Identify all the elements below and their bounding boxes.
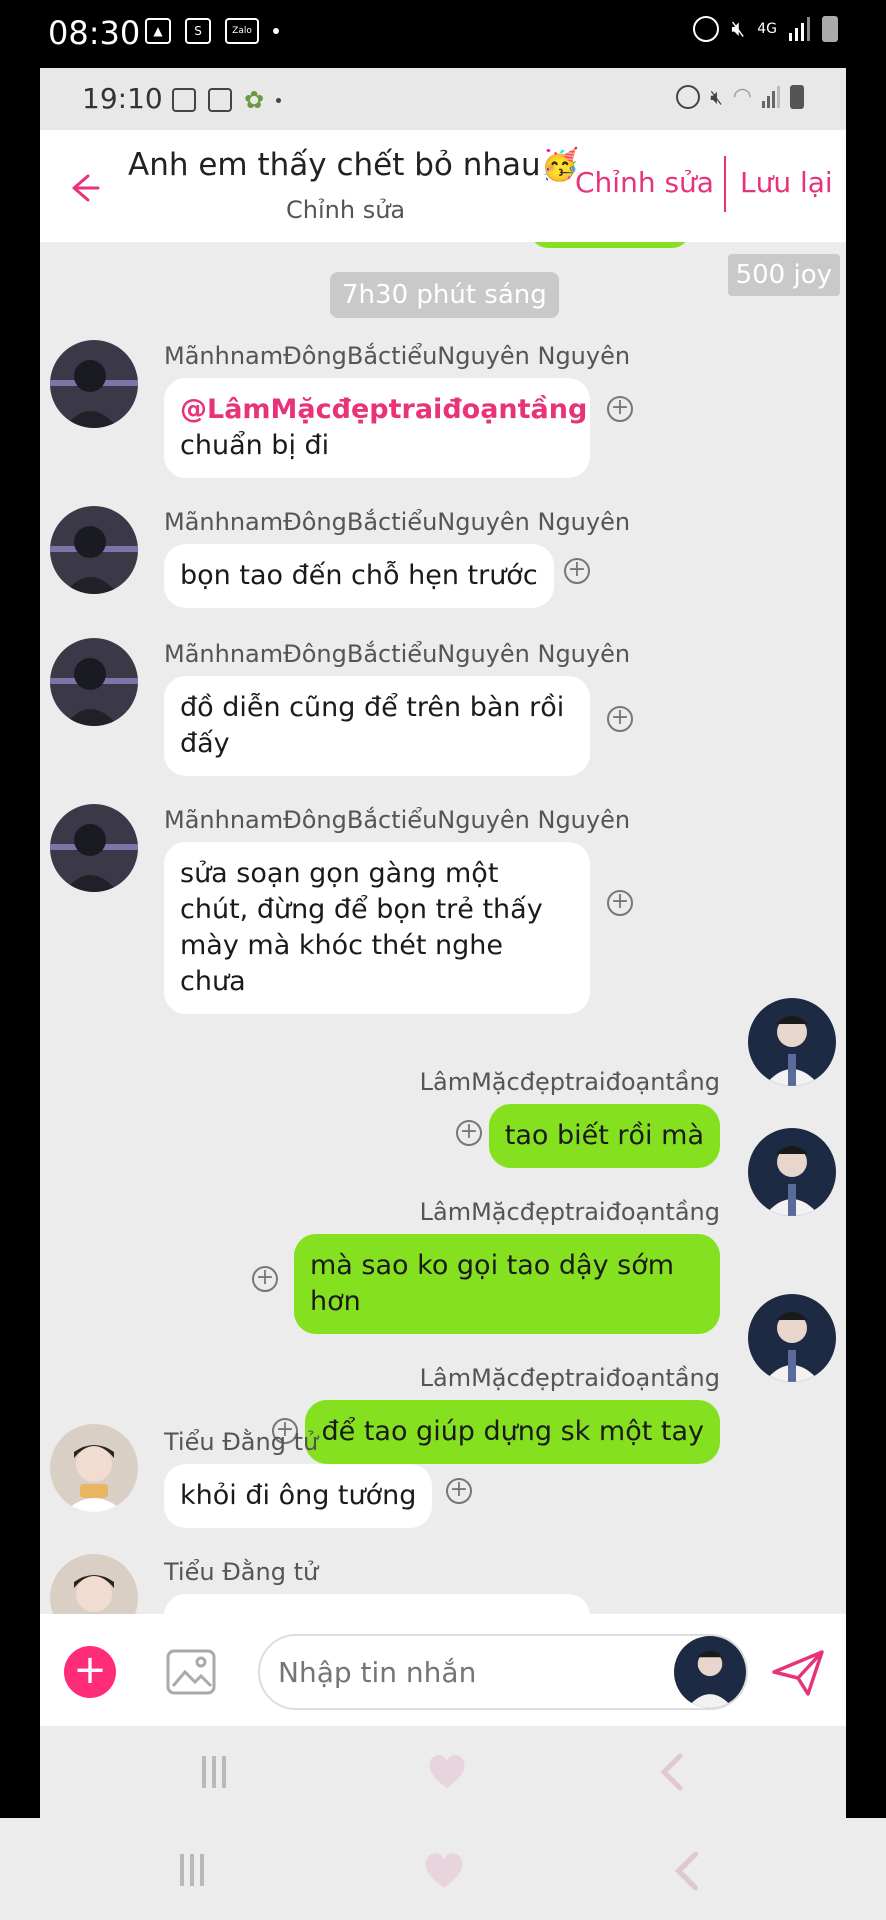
message-bubble-partial bbox=[530, 242, 690, 248]
mention-link[interactable]: @LâmMặcđẹptraiđoạntầng bbox=[180, 392, 587, 428]
alarm-icon bbox=[676, 84, 701, 109]
recent-apps-icon[interactable] bbox=[180, 1854, 204, 1886]
message-text: chuẩn bị đi bbox=[180, 430, 330, 461]
reaction-plus-icon[interactable]: + bbox=[252, 1266, 278, 1292]
home-heart-icon[interactable] bbox=[426, 1752, 468, 1794]
message-bubble[interactable] bbox=[164, 1594, 590, 1614]
message-bubble[interactable]: đồ diễn cũng để trên bàn rồi đấy bbox=[164, 676, 590, 776]
shopee-icon bbox=[172, 88, 196, 112]
message-bubble[interactable]: sửa soạn gọn gàng một chút, đừng để bọn … bbox=[164, 842, 590, 1014]
reaction-plus-icon[interactable]: + bbox=[607, 890, 633, 916]
back-icon[interactable] bbox=[658, 1752, 684, 1796]
avatar[interactable] bbox=[748, 998, 836, 1086]
message-bubble[interactable]: @LâmMặcđẹptraiđoạntầng chuẩn bị đi bbox=[164, 378, 590, 478]
message-bubble[interactable]: bọn tao đến chỗ hẹn trước bbox=[164, 544, 554, 608]
avatar[interactable] bbox=[748, 1128, 836, 1216]
dot-icon bbox=[276, 97, 282, 103]
avatar[interactable] bbox=[50, 638, 138, 726]
joy-badge: 500 joy bbox=[727, 254, 840, 296]
recent-apps-icon[interactable] bbox=[202, 1756, 226, 1788]
message-bubble[interactable]: mà sao ko gọi tao dậy sớm hơn bbox=[294, 1234, 720, 1334]
message-composer: + bbox=[40, 1614, 846, 1726]
wifi-icon: ◠ bbox=[732, 84, 752, 109]
avatar[interactable] bbox=[50, 1554, 138, 1614]
signal-icon bbox=[789, 17, 810, 41]
inner-status-bar: 19:10 ✿ 🔇︎ ◠ bbox=[40, 68, 846, 130]
message-text: tao biết rồi mà bbox=[504, 1120, 704, 1151]
sender-name: LâmMặcđẹptraiđoạntầng bbox=[419, 1364, 720, 1392]
avatar[interactable] bbox=[50, 340, 138, 428]
outer-status-bar: 08:30 ▲ S Zalo 🔇︎ 4G bbox=[0, 0, 886, 68]
message-text: mà sao ko gọi tao dậy sớm hơn bbox=[310, 1250, 675, 1317]
message-text: để tao giúp dựng sk một tay bbox=[321, 1416, 704, 1447]
settings-icon: ✿ bbox=[244, 86, 265, 114]
reaction-plus-icon[interactable]: + bbox=[607, 706, 633, 732]
message-text: sửa soạn gọn gàng một chút, đừng để bọn … bbox=[180, 858, 543, 997]
mute-icon: 🔇︎ bbox=[731, 16, 746, 42]
sender-name: LâmMặcđẹptraiđoạntầng bbox=[419, 1068, 720, 1096]
message-list[interactable]: 500 joy 7h30 phút sáng MãnhnamĐôngBắctiể… bbox=[40, 242, 846, 1614]
signal-icon bbox=[762, 85, 780, 108]
reaction-plus-icon[interactable]: + bbox=[607, 396, 633, 422]
chat-subtitle: Chỉnh sửa bbox=[286, 196, 406, 224]
gallery-icon bbox=[208, 88, 232, 112]
inner-navigation-bar bbox=[40, 1726, 846, 1818]
message-text: đồ diễn cũng để trên bàn rồi đấy bbox=[180, 692, 565, 759]
message-text: bọn tao đến chỗ hẹn trước bbox=[180, 560, 538, 591]
alarm-icon bbox=[693, 16, 720, 42]
outer-navigation-bar bbox=[0, 1818, 886, 1920]
chat-header: Anh em thấy chết bỏ nhau🥳 Chỉnh sửa Chỉn… bbox=[40, 130, 846, 242]
battery-icon bbox=[790, 84, 804, 109]
sender-name: LâmMặcđẹptraiđoạntầng bbox=[419, 1198, 720, 1226]
status-time: 08:30 bbox=[48, 14, 141, 52]
send-icon[interactable] bbox=[770, 1648, 826, 1698]
header-divider bbox=[724, 156, 726, 212]
image-icon[interactable] bbox=[165, 1646, 217, 1698]
gallery-icon: ▲ bbox=[145, 18, 171, 44]
message-bubble[interactable]: để tao giúp dựng sk một tay bbox=[305, 1400, 720, 1464]
home-heart-icon[interactable] bbox=[422, 1850, 466, 1894]
reaction-plus-icon[interactable]: + bbox=[564, 558, 590, 584]
reaction-plus-icon[interactable]: + bbox=[456, 1120, 482, 1146]
back-arrow-icon[interactable] bbox=[62, 168, 102, 208]
avatar[interactable] bbox=[50, 506, 138, 594]
sender-name: MãnhnamĐôngBắctiểuNguyên Nguyên bbox=[164, 508, 631, 536]
edit-button[interactable]: Chỉnh sửa bbox=[575, 166, 714, 199]
add-attachment-button[interactable]: + bbox=[64, 1646, 116, 1698]
sender-name: Tiểu Đằng tử bbox=[164, 1558, 319, 1586]
network-4g-icon: 4G bbox=[757, 21, 777, 37]
sender-name: Tiểu Đằng tử bbox=[164, 1428, 319, 1456]
message-bubble[interactable]: khỏi đi ông tướng bbox=[164, 1464, 433, 1528]
battery-icon bbox=[822, 16, 838, 42]
dot-icon bbox=[273, 28, 279, 34]
message-bubble[interactable]: tao biết rồi mà bbox=[488, 1104, 720, 1168]
zalo-icon: Zalo bbox=[225, 18, 259, 44]
back-icon[interactable] bbox=[672, 1850, 700, 1896]
reaction-plus-icon[interactable]: + bbox=[446, 1478, 472, 1504]
sender-name: MãnhnamĐôngBắctiểuNguyên Nguyên bbox=[164, 806, 631, 834]
mute-icon: 🔇︎ bbox=[710, 84, 723, 109]
avatar[interactable] bbox=[748, 1294, 836, 1382]
avatar[interactable] bbox=[50, 1424, 138, 1512]
inner-status-time: 19:10 bbox=[82, 82, 163, 115]
sender-name: MãnhnamĐôngBắctiểuNguyên Nguyên bbox=[164, 342, 631, 370]
sender-avatar[interactable] bbox=[674, 1636, 746, 1708]
time-label: 7h30 phút sáng bbox=[330, 272, 559, 318]
sender-name: MãnhnamĐôngBắctiểuNguyên Nguyên bbox=[164, 640, 631, 668]
shopee-icon: S bbox=[185, 18, 211, 44]
chat-screen: 19:10 ✿ 🔇︎ ◠ Anh em thấy chết bỏ nhau🥳 C… bbox=[40, 68, 846, 1818]
save-button[interactable]: Lưu lại bbox=[740, 166, 833, 199]
chat-title[interactable]: Anh em thấy chết bỏ nhau🥳 bbox=[128, 146, 579, 183]
avatar[interactable] bbox=[50, 804, 138, 892]
message-text: khỏi đi ông tướng bbox=[180, 1480, 417, 1511]
